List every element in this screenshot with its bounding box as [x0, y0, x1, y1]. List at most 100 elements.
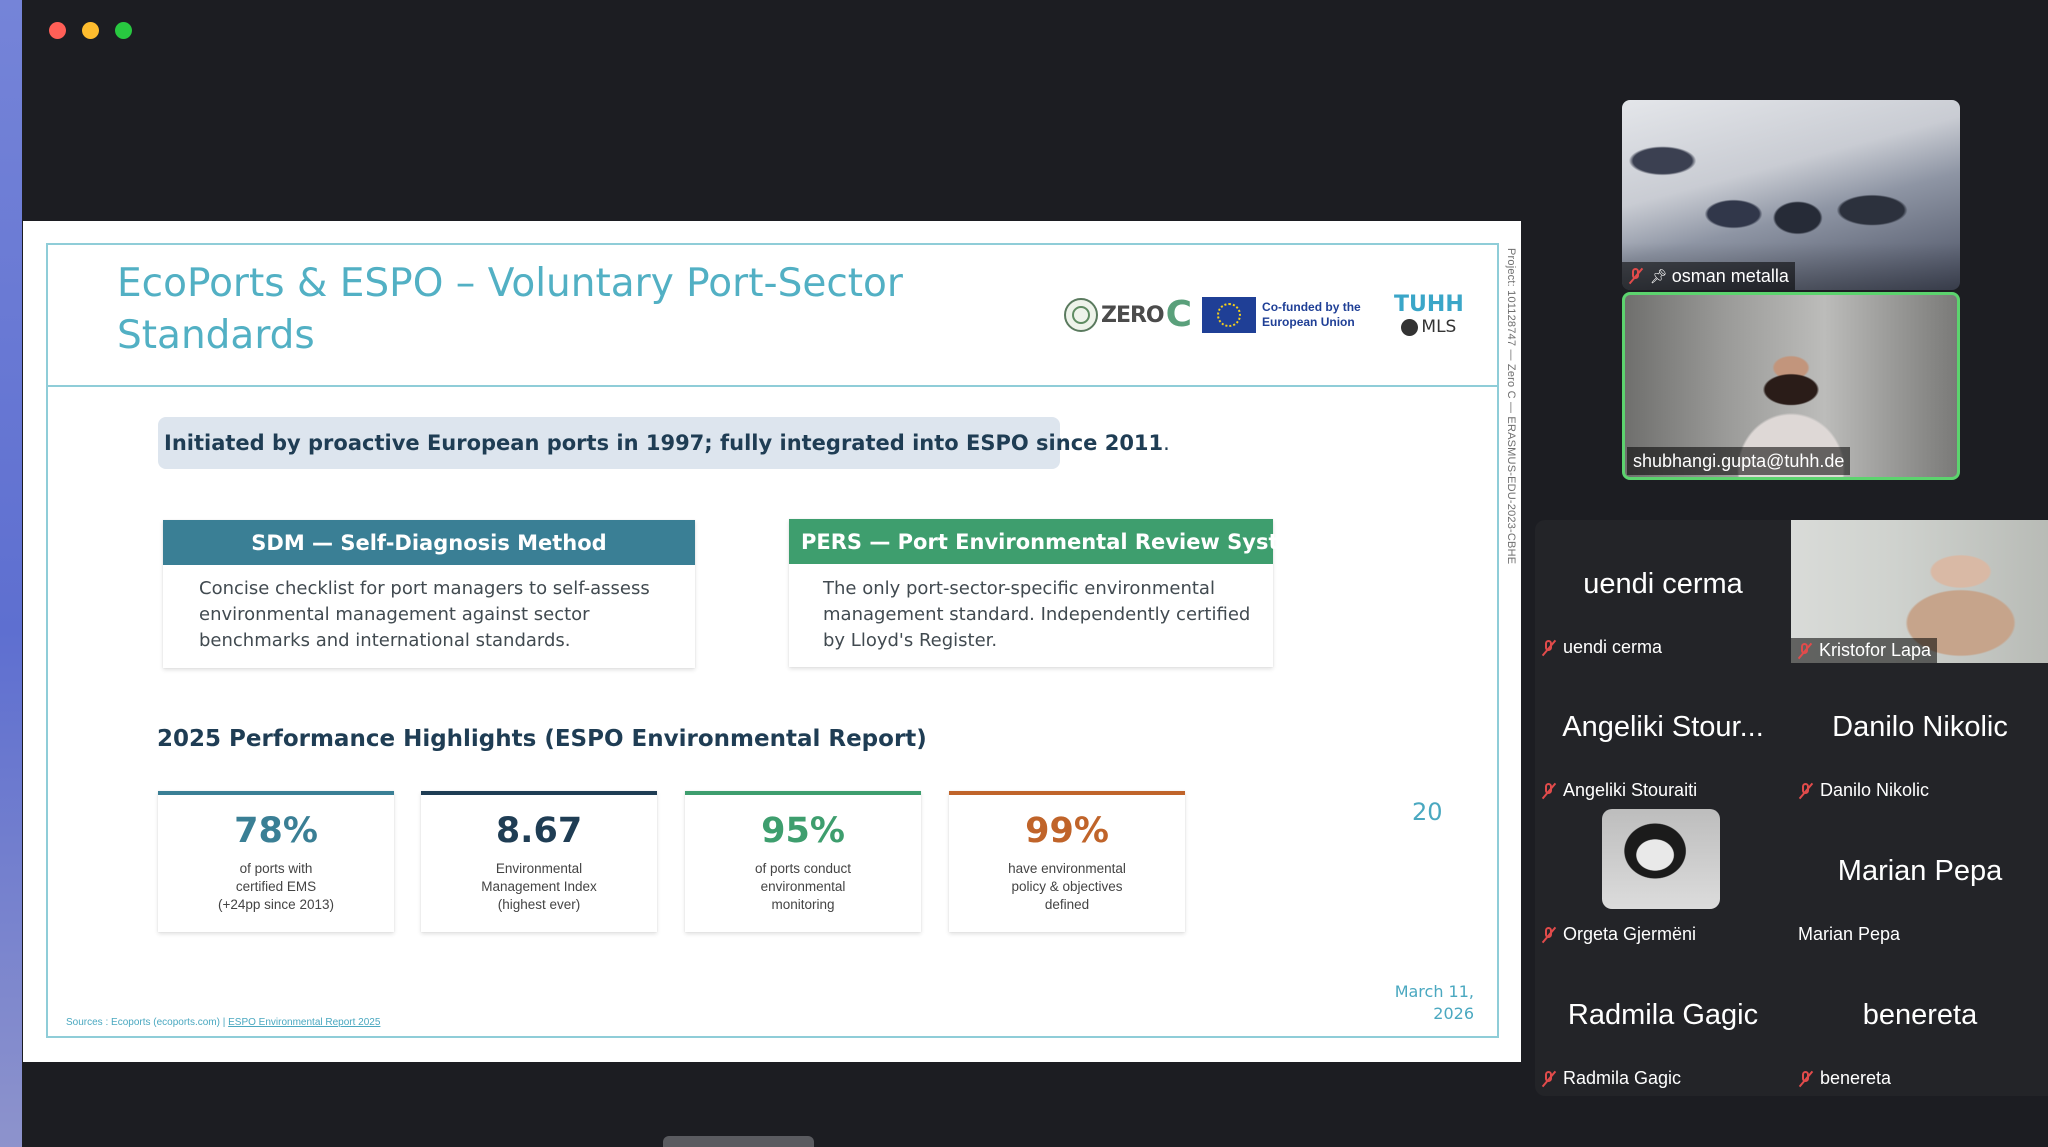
stat-accent-bar: [949, 791, 1185, 795]
sdm-card: SDM — Self-Diagnosis Method Concise chec…: [163, 520, 695, 668]
stat-caption-line: of ports conduct: [754, 861, 852, 876]
eu-cofunded-text: Co-funded by the European Union: [1262, 300, 1361, 329]
video-name-label: shubhangi.gupta@tuhh.de: [1627, 447, 1851, 475]
slide-date-line: 2026: [1433, 1004, 1474, 1023]
participant-display-name: Angeliki Stour...: [1562, 711, 1764, 743]
slide-date-line: March 11,: [1394, 982, 1474, 1001]
participant-label-text: Kristofor Lapa: [1819, 640, 1932, 660]
slide-sources: Sources : Ecoports (ecoports.com) | ESPO…: [66, 1017, 380, 1028]
stat-caption: have environmental policy & objectives d…: [949, 860, 1185, 914]
stat-card-monitoring: 95% of ports conduct environmental monit…: [685, 791, 921, 932]
participant-label-text: Angeliki Stouraiti: [1563, 780, 1698, 800]
participant-label: Radmila Gagic: [1541, 1068, 1681, 1089]
participant-tile[interactable]: Danilo Nikolic Danilo Nikolic: [1792, 663, 2048, 806]
stat-caption: of ports conduct environmental monitorin…: [685, 860, 921, 914]
zero-c-emblem-icon: [1064, 298, 1098, 332]
mic-muted-icon: [1798, 1070, 1814, 1088]
participant-tile[interactable]: Marian Pepa Marian Pepa: [1792, 807, 2048, 950]
sdm-card-title: SDM — Self-Diagnosis Method: [163, 520, 695, 565]
tuhh-logo-name: TUHH: [1394, 292, 1464, 317]
pers-card: PERS — Port Environmental Review System …: [789, 519, 1315, 667]
mic-muted-icon: [1798, 782, 1814, 800]
stat-caption-line: of ports with: [239, 861, 313, 876]
intro-statement: Initiated by proactive European ports in…: [158, 417, 1170, 469]
participant-tile[interactable]: Radmila Gagic Radmila Gagic: [1535, 951, 1791, 1094]
stat-caption-line: Environmental: [495, 861, 583, 876]
pers-card-title: PERS — Port Environmental Review System: [789, 519, 1315, 564]
mic-muted-icon: [1797, 642, 1813, 660]
participant-label: Orgeta Gjermëni: [1541, 924, 1696, 945]
participant-video-active-speaker[interactable]: shubhangi.gupta@tuhh.de: [1622, 292, 1960, 480]
participant-display-name: Marian Pepa: [1837, 855, 2003, 887]
mic-muted-icon: [1541, 782, 1557, 800]
participant-label-text: uendi cerma: [1563, 637, 1663, 657]
tuhh-mls-text: MLS: [1421, 317, 1457, 337]
desktop-edge: [0, 0, 22, 1147]
pin-icon: 📌︎: [1650, 268, 1668, 284]
slide-title: EcoPorts & ESPO – Voluntary Port-Sector …: [117, 261, 903, 358]
zoom-window-button[interactable]: [115, 22, 132, 39]
mls-emblem-icon: [1401, 318, 1419, 336]
zero-c-logo-text: ZERO: [1101, 302, 1165, 328]
zero-c-logo: ZERO C: [1064, 297, 1192, 333]
participant-tile[interactable]: Angeliki Stour... Angeliki Stouraiti: [1535, 663, 1791, 806]
video-participant-name: osman metalla: [1671, 266, 1789, 286]
participant-tile[interactable]: benereta benereta: [1792, 951, 2048, 1094]
participant-display-name: benereta: [1862, 999, 1978, 1031]
participant-tile[interactable]: Orgeta Gjermëni: [1535, 807, 1791, 950]
participant-label: Danilo Nikolic: [1798, 780, 1929, 801]
slide-page-number: 20: [1412, 798, 1443, 826]
mic-muted-icon: [1628, 267, 1644, 285]
participant-gallery: uendi cerma uendi cerma Kristofor Lapa A…: [1535, 520, 2048, 1096]
eu-flag-icon: [1202, 297, 1257, 333]
participant-tile[interactable]: uendi cerma uendi cerma: [1535, 520, 1791, 663]
stat-caption: of ports with certified EMS (+24pp since…: [158, 860, 394, 914]
sources-prefix: Sources : Ecoports (ecoports.com) |: [66, 1017, 229, 1028]
participant-display-name: uendi cerma: [1583, 568, 1743, 600]
intro-statement-text: Initiated by proactive European ports in…: [164, 431, 1164, 455]
stat-card-ems: 78% of ports with certified EMS (+24pp s…: [158, 791, 394, 932]
participant-label: Angeliki Stouraiti: [1541, 780, 1697, 801]
pers-card-body: The only port-sector-specific environmen…: [823, 578, 1251, 651]
participant-label: benereta: [1798, 1068, 1891, 1089]
sources-link[interactable]: ESPO Environmental Report 2025: [228, 1017, 380, 1028]
slide-title-divider: [46, 385, 1499, 387]
tuhh-logo: TUHH MLS: [1394, 292, 1464, 338]
minimize-window-button[interactable]: [82, 22, 99, 39]
participant-label-text: benereta: [1820, 1068, 1892, 1088]
participant-avatar: [1602, 809, 1720, 909]
stat-card-policy: 99% have environmental policy & objectiv…: [949, 791, 1185, 932]
tuhh-mls-label: MLS: [1401, 317, 1456, 337]
stat-caption-line: defined: [1044, 897, 1090, 912]
slide-date: March 11, 2026: [1376, 981, 1474, 1025]
video-participant-name: shubhangi.gupta@tuhh.de: [1633, 451, 1845, 471]
participant-label: uendi cerma: [1541, 637, 1662, 658]
stat-value: 8.67: [495, 811, 583, 851]
intro-statement-period: .: [1163, 431, 1170, 455]
project-side-caption: Project: 101128747 — Zero C — ERASMUS-ED…: [1505, 248, 1517, 565]
stat-caption: Environmental Management Index (highest …: [421, 860, 657, 914]
participant-display-name: Radmila Gagic: [1567, 999, 1759, 1031]
stat-caption-line: (highest ever): [497, 897, 581, 912]
stat-caption-line: have environmental: [1008, 861, 1126, 876]
participant-label-text: Radmila Gagic: [1563, 1068, 1682, 1088]
stat-value: 78%: [234, 811, 318, 851]
stat-accent-bar: [421, 791, 657, 795]
mic-muted-icon: [1541, 1070, 1557, 1088]
stat-caption-line: policy & objectives: [1011, 879, 1123, 894]
stat-caption-line: Management Index: [481, 879, 597, 894]
stat-accent-bar: [685, 791, 921, 795]
participant-label-text: Orgeta Gjermëni: [1563, 924, 1697, 944]
stat-caption-line: environmental: [760, 879, 846, 894]
stat-caption-line: certified EMS: [235, 879, 317, 894]
mic-muted-icon: [1541, 926, 1557, 944]
stat-card-index: 8.67 Environmental Management Index (hig…: [421, 791, 657, 932]
participant-video-osman-metalla[interactable]: 📌︎ osman metalla: [1622, 100, 1960, 290]
zero-c-logo-letter: C: [1165, 294, 1193, 335]
participant-tile-video[interactable]: Kristofor Lapa: [1791, 520, 2048, 663]
share-toolbar-handle[interactable]: [663, 1136, 814, 1147]
close-window-button[interactable]: [49, 22, 66, 39]
stat-caption-line: (+24pp since 2013): [218, 897, 334, 912]
participant-label-text: Marian Pepa: [1798, 924, 1901, 944]
stat-caption-line: monitoring: [771, 897, 835, 912]
